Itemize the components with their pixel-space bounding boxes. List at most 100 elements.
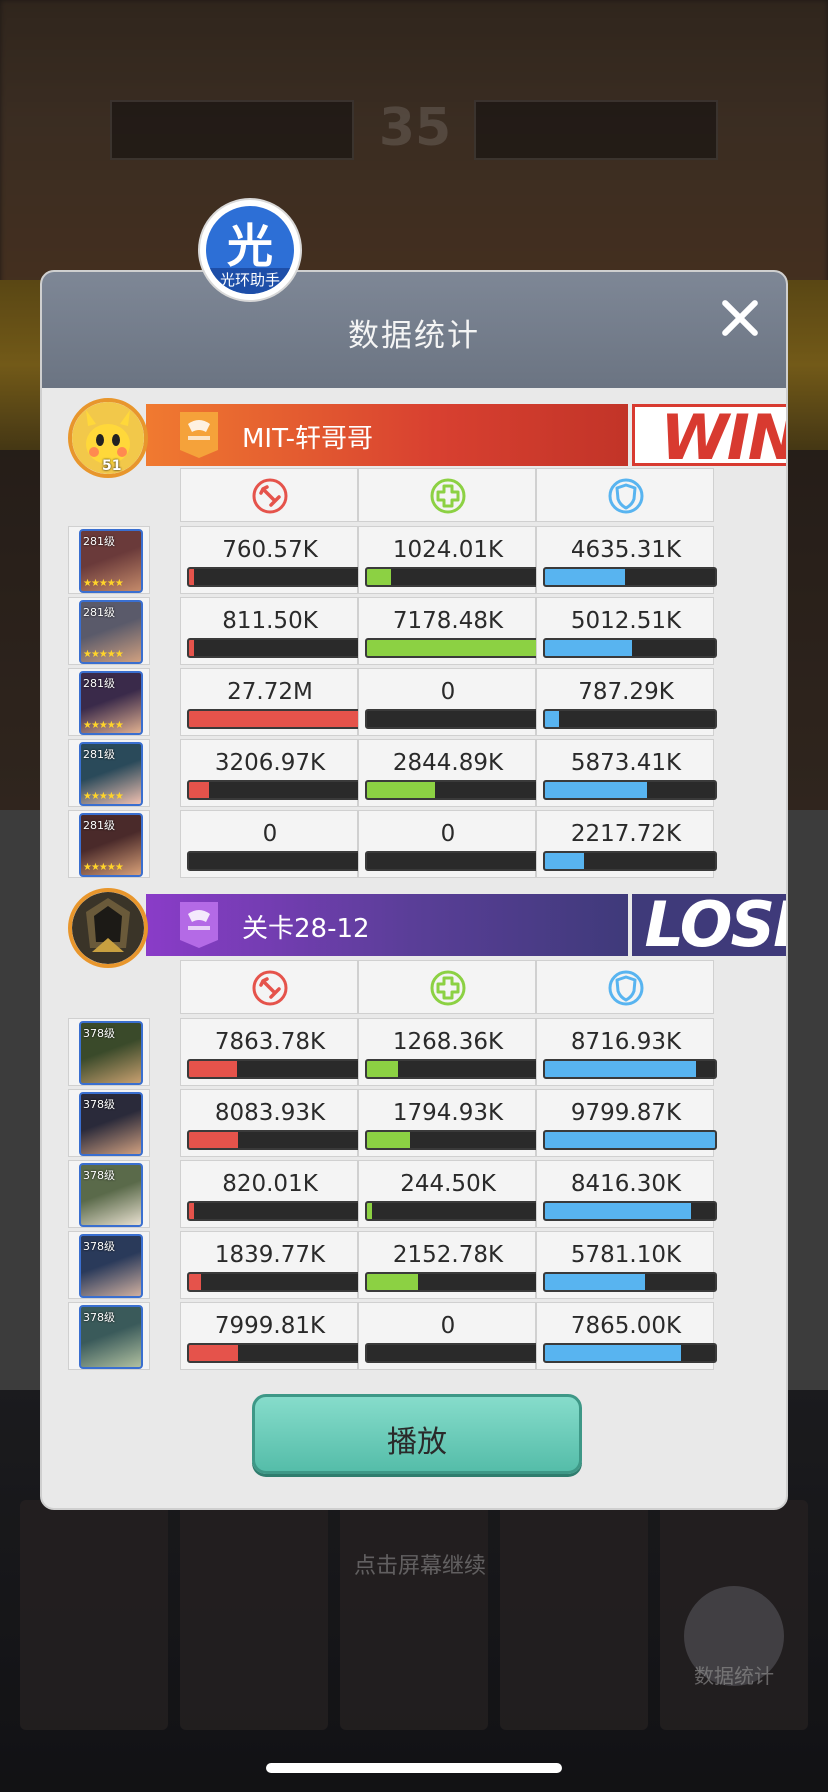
hero-level: 378级 xyxy=(83,1240,115,1253)
play-button[interactable]: 播放 xyxy=(252,1394,582,1474)
damage-bar xyxy=(187,1272,361,1292)
hero-stars: ★★★★★ xyxy=(83,578,124,589)
hero-portrait[interactable]: 378级 xyxy=(79,1092,143,1156)
heal-cell: 1268.36K xyxy=(358,1018,539,1086)
defense-value: 5781.10K xyxy=(570,1242,682,1268)
damage-bar-fill xyxy=(189,782,210,798)
heal-value: 244.50K xyxy=(400,1171,496,1197)
damage-bar-fill xyxy=(189,1345,239,1361)
defense-bar xyxy=(543,567,717,587)
hero-portrait[interactable]: 281级 ★★★★★ xyxy=(79,671,143,735)
stats-header-row xyxy=(68,960,758,1014)
heal-bar xyxy=(365,851,539,871)
heal-value: 0 xyxy=(440,679,456,705)
hero-portrait[interactable]: 378级 xyxy=(79,1163,143,1227)
team1-avatar: 51 xyxy=(68,398,148,478)
heal-cell: 2152.78K xyxy=(358,1231,539,1299)
hero-cell: 281级 ★★★★★ xyxy=(68,526,150,594)
defense-bar-fill xyxy=(545,1203,692,1219)
damage-bar xyxy=(187,1059,361,1079)
shield-icon xyxy=(608,970,644,1006)
damage-cell: 7863.78K xyxy=(180,1018,361,1086)
close-button[interactable] xyxy=(716,294,764,342)
defense-cell: 4635.31K xyxy=(536,526,717,594)
heal-cell: 0 xyxy=(358,810,539,878)
heal-bar xyxy=(365,1343,539,1363)
hero-level: 378级 xyxy=(83,1169,115,1182)
heal-bar-fill xyxy=(367,1274,418,1290)
heal-value: 1794.93K xyxy=(392,1100,504,1126)
defense-value: 2217.72K xyxy=(570,821,682,847)
damage-value: 7863.78K xyxy=(214,1029,326,1055)
hero-stars: ★★★★★ xyxy=(83,649,124,660)
damage-cell: 7999.81K xyxy=(180,1302,361,1370)
heal-cell: 1794.93K xyxy=(358,1089,539,1157)
stats-row: 378级 1839.77K 2152.78K 5781.10K xyxy=(68,1231,758,1299)
stats-row: 378级 8083.93K 1794.93K 9799.87K xyxy=(68,1089,758,1157)
heal-bar xyxy=(365,638,539,658)
defense-cell: 9799.87K xyxy=(536,1089,717,1157)
defense-bar xyxy=(543,1272,717,1292)
hero-portrait[interactable]: 378级 xyxy=(79,1305,143,1369)
damage-bar-fill xyxy=(189,569,195,585)
defense-bar xyxy=(543,1059,717,1079)
heal-value: 2152.78K xyxy=(392,1242,504,1268)
stats-header-cell xyxy=(180,468,358,522)
hero-cell: 281级 ★★★★★ xyxy=(68,668,150,736)
hero-level: 281级 xyxy=(83,677,115,690)
heal-value: 0 xyxy=(440,1313,456,1339)
defense-bar-fill xyxy=(545,640,632,656)
damage-value: 7999.81K xyxy=(214,1313,326,1339)
defense-bar-fill xyxy=(545,1061,697,1077)
damage-bar xyxy=(187,1343,361,1363)
heal-cell: 244.50K xyxy=(358,1160,539,1228)
hero-portrait[interactable]: 281级 ★★★★★ xyxy=(79,600,143,664)
defense-bar-fill xyxy=(545,1345,681,1361)
play-button-label: 播放 xyxy=(387,1425,447,1460)
home-indicator[interactable] xyxy=(266,1763,562,1773)
hero-portrait[interactable]: 378级 xyxy=(79,1234,143,1298)
defense-bar xyxy=(543,1201,717,1221)
damage-value: 3206.97K xyxy=(214,750,326,776)
stats-header-cell xyxy=(536,468,714,522)
defense-bar xyxy=(543,780,717,800)
stats-row: 378级 820.01K 244.50K 8416.30K xyxy=(68,1160,758,1228)
heal-value: 1024.01K xyxy=(392,537,504,563)
heal-bar xyxy=(365,780,539,800)
defense-cell: 8716.93K xyxy=(536,1018,717,1086)
badge-label: 光环助手 xyxy=(206,268,294,294)
heal-cell: 7178.48K xyxy=(358,597,539,665)
defense-value: 7865.00K xyxy=(570,1313,682,1339)
damage-cell: 811.50K xyxy=(180,597,361,665)
halo-assistant-badge[interactable]: 光 光环助手 xyxy=(200,200,300,300)
damage-bar xyxy=(187,851,361,871)
hero-cell: 281级 ★★★★★ xyxy=(68,810,150,878)
stats-row: 281级 ★★★★★ 0 0 2217.72K xyxy=(68,810,758,878)
damage-bar-fill xyxy=(189,640,195,656)
defense-cell: 5873.41K xyxy=(536,739,717,807)
shield-icon xyxy=(608,478,644,514)
team2-name-bar: 关卡28-12 xyxy=(146,894,628,956)
defense-bar xyxy=(543,709,717,729)
defense-bar-fill xyxy=(545,569,625,585)
damage-bar xyxy=(187,709,361,729)
hero-portrait[interactable]: 281级 ★★★★★ xyxy=(79,529,143,593)
hero-cell: 378级 xyxy=(68,1231,150,1299)
team-flag-icon xyxy=(180,902,218,948)
hero-cell: 378级 xyxy=(68,1302,150,1370)
damage-cell: 8083.93K xyxy=(180,1089,361,1157)
hero-portrait[interactable]: 281级 ★★★★★ xyxy=(79,742,143,806)
hero-level: 281级 xyxy=(83,819,115,832)
defense-bar xyxy=(543,851,717,871)
defense-cell: 7865.00K xyxy=(536,1302,717,1370)
hero-portrait[interactable]: 281级 ★★★★★ xyxy=(79,813,143,877)
damage-value: 27.72M xyxy=(227,679,313,705)
defense-bar-fill xyxy=(545,853,585,869)
defense-cell: 5781.10K xyxy=(536,1231,717,1299)
stats-dialog: 数据统计 MIT-轩哥哥 51 WIN 281级 ★★★★★ 760.57K 1… xyxy=(40,270,788,1510)
stats-row: 281级 ★★★★★ 3206.97K 2844.89K 5873.41K xyxy=(68,739,758,807)
heal-value: 2844.89K xyxy=(392,750,504,776)
hero-portrait[interactable]: 378级 xyxy=(79,1021,143,1085)
stats-header-cell xyxy=(358,960,536,1014)
hero-cell: 281级 ★★★★★ xyxy=(68,739,150,807)
